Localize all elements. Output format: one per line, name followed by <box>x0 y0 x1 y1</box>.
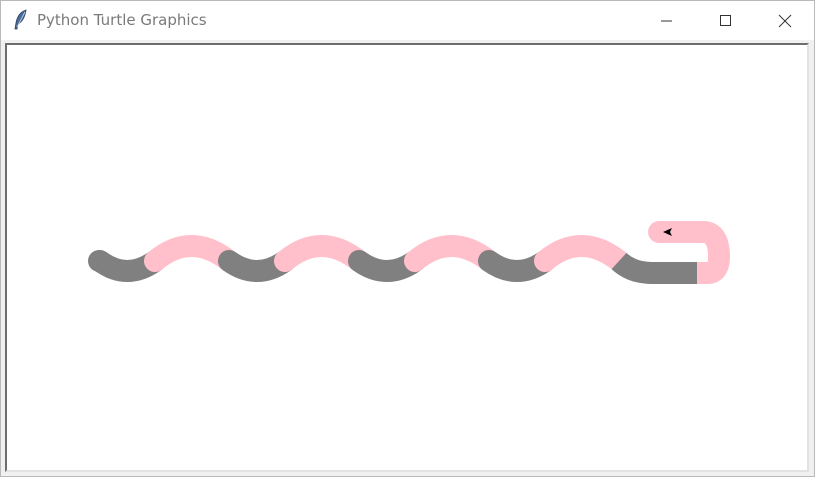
window-title: Python Turtle Graphics <box>37 11 207 29</box>
feather-icon <box>11 9 31 31</box>
minimize-icon <box>661 15 673 27</box>
maximize-icon <box>720 14 732 27</box>
title-bar[interactable]: Python Turtle Graphics <box>1 1 814 40</box>
snake-drawing <box>88 221 731 284</box>
turtle-canvas-frame <box>5 43 809 472</box>
snake-segment-pink <box>534 235 630 272</box>
minimize-button[interactable] <box>638 1 696 40</box>
maximize-button[interactable] <box>697 1 755 40</box>
turtle-window: Python Turtle Graphics <box>0 0 815 477</box>
snake-segment-grey <box>611 252 697 284</box>
python-snake <box>88 221 731 284</box>
snake-segment-pink <box>144 235 240 272</box>
turtle-canvas[interactable] <box>7 45 807 470</box>
close-button[interactable] <box>756 1 814 40</box>
snake-segment-pink <box>274 235 370 272</box>
snake-tail-end <box>88 250 110 272</box>
snake-segment-pink <box>404 235 500 272</box>
close-icon <box>778 14 792 28</box>
